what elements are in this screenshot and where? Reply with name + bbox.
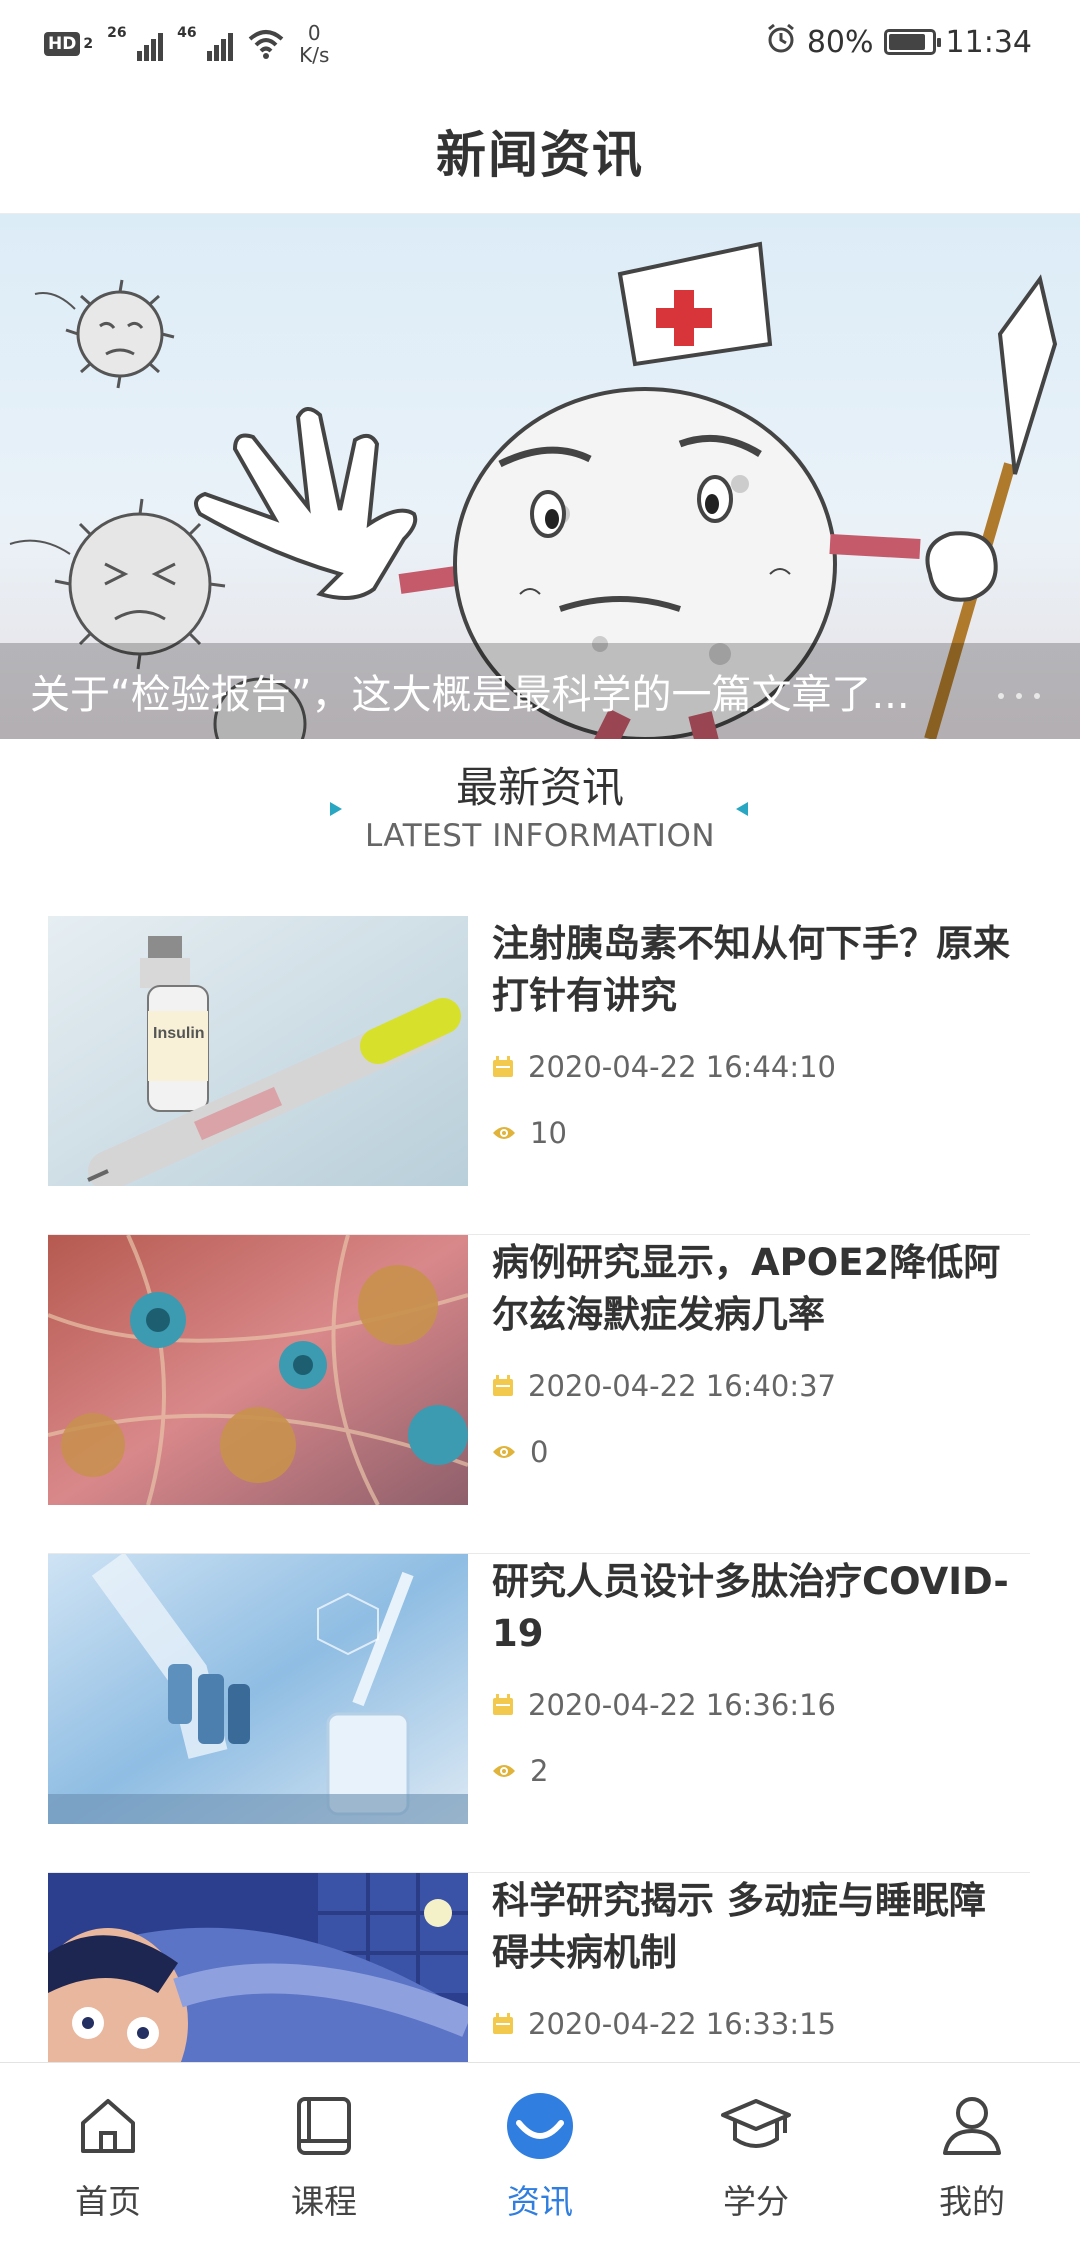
battery-icon	[883, 29, 941, 55]
news-views: 2	[492, 1754, 548, 1788]
section-title: 最新资讯 LATEST INFORMATION	[0, 760, 1080, 870]
germ-small	[34, 279, 175, 389]
tab-courses[interactable]: 课程	[216, 2063, 432, 2244]
wifi-icon	[247, 27, 285, 61]
triangle-left-icon	[330, 802, 342, 816]
carousel-indicator	[998, 693, 1040, 699]
news-date: 2020-04-22 16:40:37	[492, 1369, 836, 1403]
news-thumbnail-lab	[48, 1554, 468, 1824]
calendar-icon	[493, 1056, 513, 1077]
banner-carousel[interactable]: 关于“检验报告”，这大概是最科学的一篇文章了...	[0, 214, 1080, 739]
triangle-right-icon	[736, 802, 748, 816]
news-views: 10	[492, 1116, 567, 1150]
home-icon	[71, 2089, 145, 2163]
cell-signal-icon-2: 46	[177, 25, 234, 61]
news-title[interactable]: 科学研究揭示 多动症与睡眠障碍共病机制	[492, 1875, 1022, 1979]
tab-mine[interactable]: 我的	[864, 2063, 1080, 2244]
news-item[interactable]: 研究人员设计多肽治疗COVID-19 2020-04-22 16:36:16 2	[48, 1554, 1030, 1873]
news-title[interactable]: 注射胰岛素不知从何下手？原来打针有讲究	[492, 918, 1022, 1022]
graduation-cap-icon	[719, 2089, 793, 2163]
tab-news[interactable]: 资讯	[432, 2063, 648, 2244]
cell-signal-icon: 26	[107, 25, 164, 61]
calendar-icon	[493, 2013, 513, 2034]
news-date: 2020-04-22 16:44:10	[492, 1050, 836, 1084]
news-thumbnail-neurons	[48, 1235, 468, 1505]
news-date: 2020-04-22 16:33:15	[492, 2007, 836, 2041]
book-icon	[287, 2089, 361, 2163]
alarm-icon	[765, 22, 797, 62]
banner-caption[interactable]: 关于“检验报告”，这大概是最科学的一篇文章了...	[0, 643, 1080, 739]
hand	[194, 407, 418, 600]
news-title[interactable]: 研究人员设计多肽治疗COVID-19	[492, 1556, 1022, 1660]
eye-icon	[493, 1127, 515, 1139]
news-item[interactable]: Insulin 注射胰岛素不知从何下手？原来打针有讲究 2020-04-22 1…	[48, 916, 1030, 1235]
news-item[interactable]: 病例研究显示，APOE2降低阿尔兹海默症发病几率 2020-04-22 16:4…	[48, 1235, 1030, 1554]
status-bar: HD 2 26 46 0 K/s 80% 11:34	[0, 0, 1080, 88]
news-views: 0	[492, 1435, 548, 1469]
app-header: 新闻资讯	[0, 88, 1080, 214]
eye-icon	[493, 1765, 515, 1777]
battery-percent: 80%	[806, 24, 874, 60]
news-list: Insulin 注射胰岛素不知从何下手？原来打针有讲究 2020-04-22 1…	[48, 916, 1030, 2192]
eye-icon	[493, 1446, 515, 1458]
calendar-icon	[493, 1375, 513, 1396]
clock: 11:34	[945, 24, 1032, 60]
user-icon	[935, 2089, 1009, 2163]
hd-voice-icon: HD 2	[44, 32, 93, 56]
tab-credits[interactable]: 学分	[648, 2063, 864, 2244]
bottom-tab-bar: 首页 课程 资讯 学分 我的	[0, 2062, 1080, 2244]
news-date: 2020-04-22 16:36:16	[492, 1688, 836, 1722]
svg-text:Insulin: Insulin	[153, 1025, 205, 1042]
news-title[interactable]: 病例研究显示，APOE2降低阿尔兹海默症发病几率	[492, 1237, 1022, 1341]
news-thumbnail-insulin: Insulin	[48, 916, 468, 1186]
section-title-en: LATEST INFORMATION	[364, 818, 716, 854]
section-title-zh: 最新资讯	[455, 763, 624, 812]
page-title: 新闻资讯	[436, 125, 644, 184]
network-speed: 0 K/s	[299, 21, 330, 67]
news-icon	[503, 2089, 577, 2163]
calendar-icon	[493, 1694, 513, 1715]
tab-home[interactable]: 首页	[0, 2063, 216, 2244]
